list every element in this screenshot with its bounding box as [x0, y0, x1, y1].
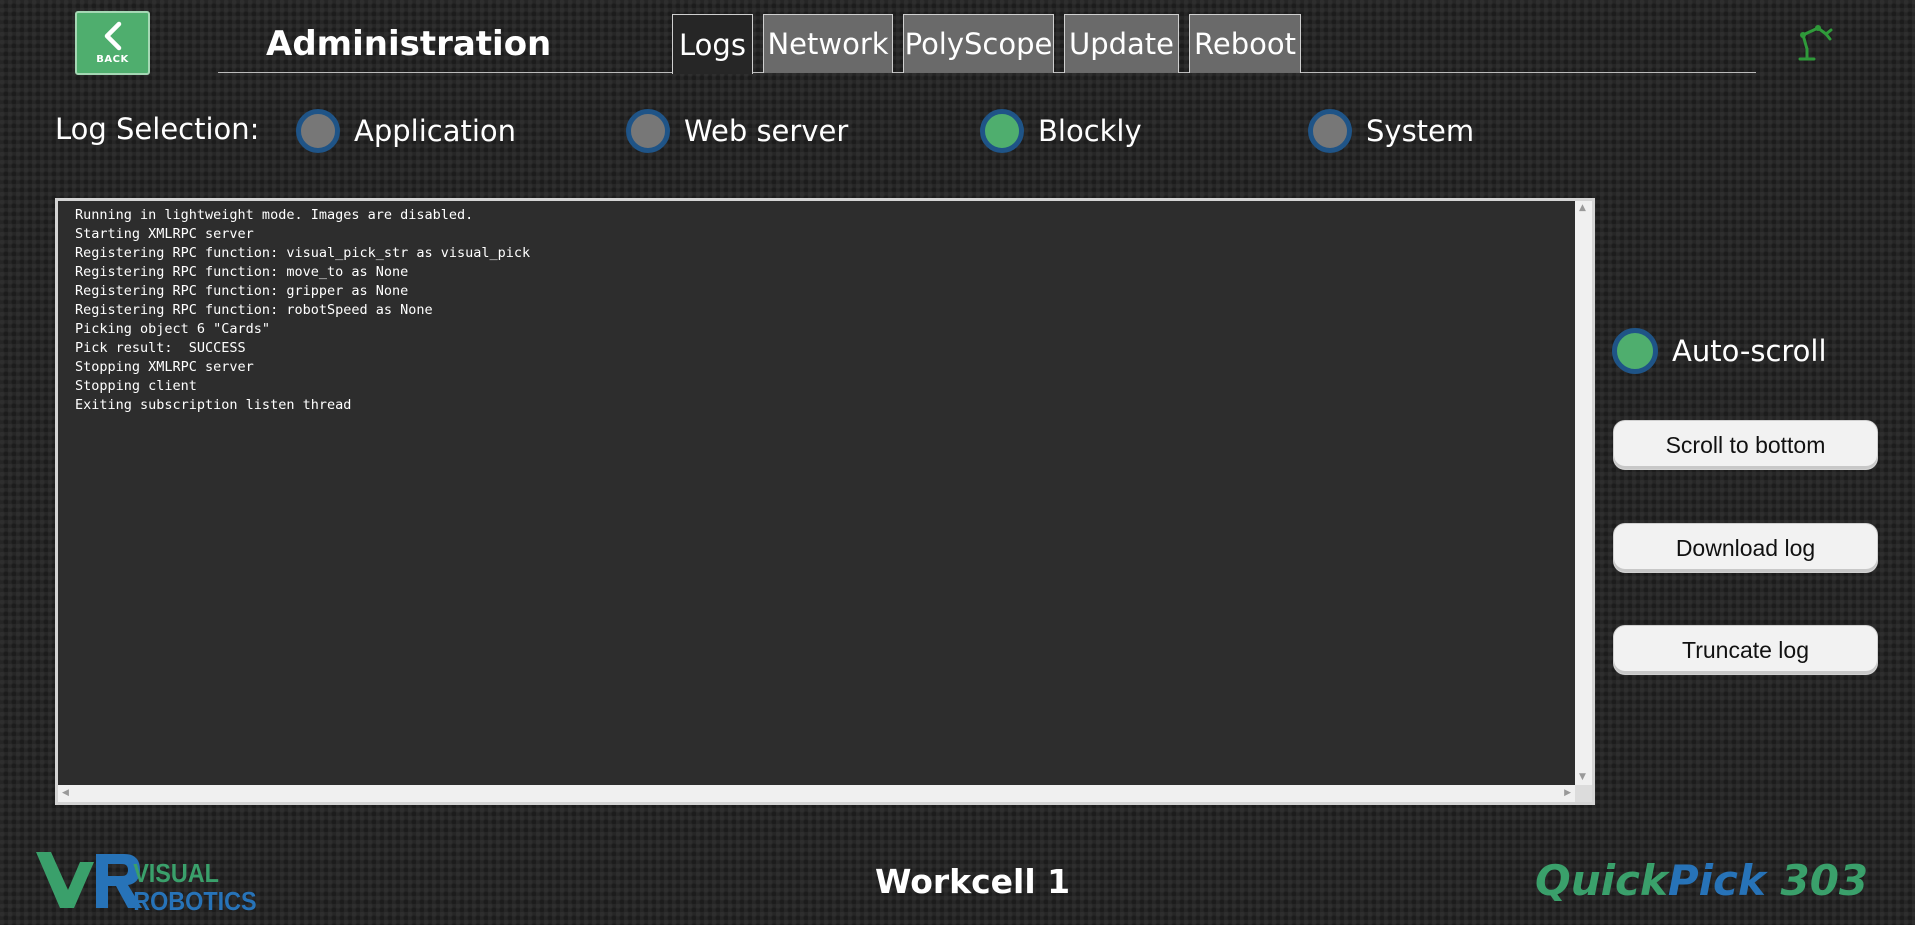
chevron-left-icon [104, 21, 121, 51]
product-name-part: Quick [1535, 856, 1668, 905]
autoscroll-indicator [1612, 328, 1658, 374]
tab-update[interactable]: Update [1064, 14, 1179, 73]
horizontal-scrollbar[interactable]: ◀ ▶ [58, 785, 1575, 802]
product-name-part: 303 [1765, 856, 1869, 905]
log-selection-label: Log Selection: [55, 112, 260, 146]
tab-polyscope[interactable]: PolyScope [903, 14, 1054, 73]
scroll-up-icon[interactable]: ▲ [1579, 204, 1586, 213]
tab-reboot[interactable]: Reboot [1189, 14, 1301, 73]
tab-network[interactable]: Network [763, 14, 893, 73]
radio-indicator [1308, 109, 1352, 153]
robot-arm-icon[interactable] [1796, 22, 1836, 62]
radio-indicator-selected [980, 109, 1024, 153]
log-text: Running in lightweight mode. Images are … [75, 207, 531, 413]
scroll-right-icon[interactable]: ▶ [1564, 789, 1571, 798]
radio-blockly[interactable]: Blockly [980, 108, 1142, 154]
radio-application[interactable]: Application [296, 108, 516, 154]
radio-label: Application [354, 114, 517, 148]
radio-web-server[interactable]: Web server [626, 108, 848, 154]
page-title: Administration [266, 24, 552, 64]
scroll-down-icon[interactable]: ▼ [1579, 773, 1586, 782]
product-name: QuickPick 303 [1535, 856, 1868, 905]
scrollbar-corner [1575, 785, 1592, 802]
radio-label: System [1366, 114, 1475, 148]
truncate-log-button[interactable]: Truncate log [1613, 625, 1878, 675]
vertical-scrollbar[interactable]: ▲ ▼ [1575, 201, 1592, 785]
radio-label: Blockly [1038, 114, 1142, 148]
brand-top-text: VISUAL [133, 860, 219, 888]
radio-system[interactable]: System [1308, 108, 1474, 154]
scroll-left-icon[interactable]: ◀ [62, 789, 69, 798]
tab-logs[interactable]: Logs [672, 14, 753, 74]
visual-robotics-logo: VISUAL ROBOTICS [36, 852, 257, 913]
radio-label: Web server [684, 114, 849, 148]
radio-indicator [626, 109, 670, 153]
log-output[interactable]: Running in lightweight mode. Images are … [55, 198, 1595, 805]
radio-indicator [296, 109, 340, 153]
download-log-button[interactable]: Download log [1613, 523, 1878, 573]
back-button[interactable]: BACK [75, 11, 150, 75]
product-name-part: Pick [1667, 856, 1766, 905]
workcell-label: Workcell 1 [875, 862, 1071, 901]
scroll-to-bottom-button[interactable]: Scroll to bottom [1613, 420, 1878, 470]
back-button-label: BACK [96, 54, 129, 65]
autoscroll-toggle[interactable]: Auto-scroll [1612, 328, 1827, 374]
autoscroll-label: Auto-scroll [1672, 334, 1827, 368]
brand-bottom-text: ROBOTICS [133, 888, 256, 913]
